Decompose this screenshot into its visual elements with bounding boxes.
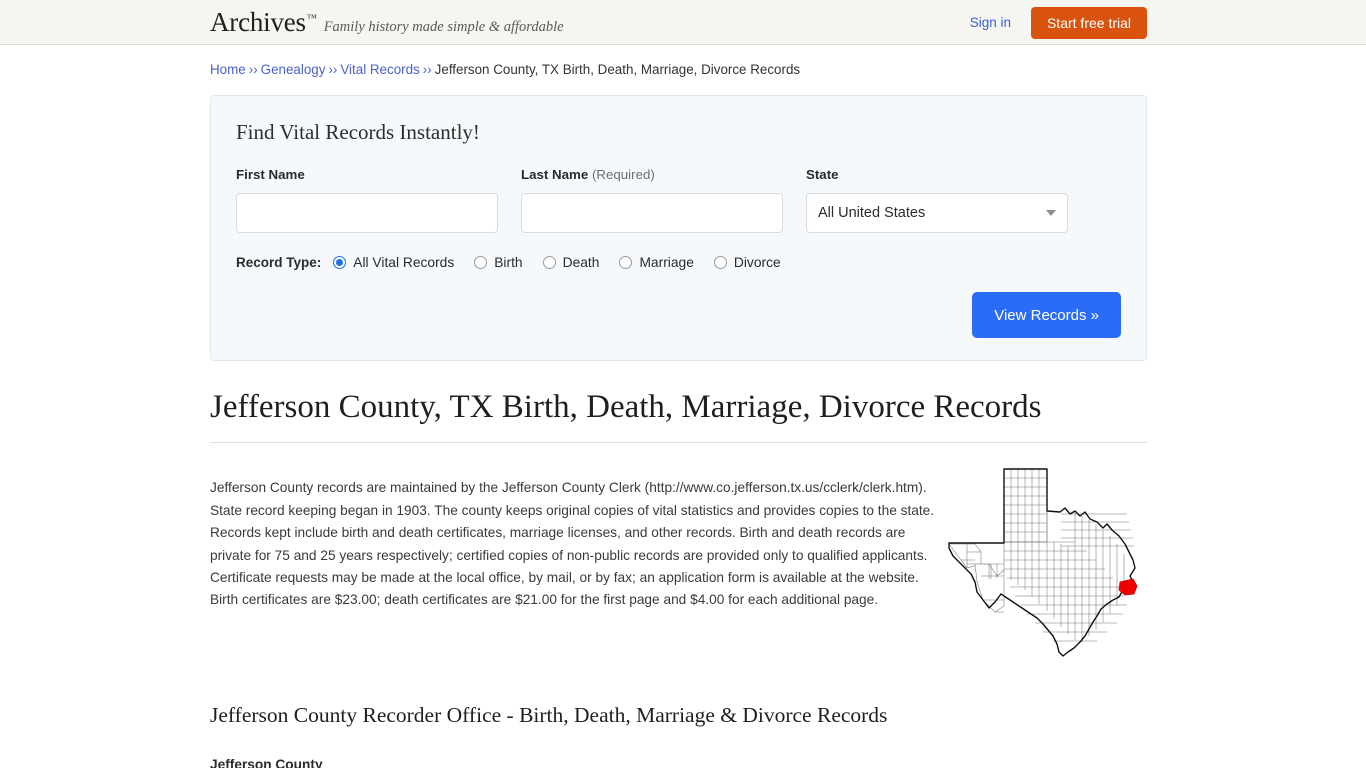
breadcrumb-item-home[interactable]: Home [210, 62, 246, 77]
submit-row: View Records » [236, 292, 1121, 338]
recorder-office-heading: Jefferson County Recorder Office - Birth… [210, 703, 1147, 728]
state-select-value: All United States [818, 205, 925, 221]
record-type-option-divorce[interactable]: Divorce [714, 255, 781, 270]
record-type-option-label: All Vital Records [353, 255, 454, 270]
last-name-input[interactable] [521, 193, 783, 233]
breadcrumb-item-current: Jefferson County, TX Birth, Death, Marri… [435, 62, 800, 77]
recorder-office-address: Jefferson County PO Box 1151 Beaumont, T… [210, 754, 1147, 768]
brand-name: Archives [210, 9, 306, 36]
page-container: Home››Genealogy››Vital Records››Jefferso… [0, 45, 1366, 768]
record-type-row: Record Type: All Vital Records Birth Dea… [236, 255, 1121, 270]
record-type-option-label: Birth [494, 255, 522, 270]
first-name-input[interactable] [236, 193, 498, 233]
breadcrumb-separator: ›› [328, 62, 337, 77]
radio-icon-marriage[interactable] [619, 256, 632, 269]
header-actions: Sign in Start free trial [970, 0, 1147, 45]
record-type-option-label: Marriage [639, 255, 693, 270]
last-name-label-text: Last Name [521, 167, 588, 182]
address-organization: Jefferson County [210, 754, 1147, 768]
last-name-label: Last Name (Required) [521, 167, 783, 182]
radio-icon-all-vital-records[interactable] [333, 256, 346, 269]
radio-icon-death[interactable] [543, 256, 556, 269]
first-name-label: First Name [236, 167, 498, 182]
site-header: Archives™ Family history made simple & a… [0, 0, 1366, 45]
page-title: Jefferson County, TX Birth, Death, Marri… [210, 388, 1147, 428]
content-row: Jefferson County records are maintained … [210, 464, 1147, 664]
trademark-icon: ™ [307, 13, 317, 24]
record-type-option-death[interactable]: Death [543, 255, 600, 270]
last-name-required-note: (Required) [592, 167, 655, 182]
sign-in-link[interactable]: Sign in [970, 15, 1011, 30]
breadcrumb-item-genealogy[interactable]: Genealogy [261, 62, 326, 77]
state-select[interactable]: All United States [806, 193, 1068, 233]
breadcrumb: Home››Genealogy››Vital Records››Jefferso… [210, 45, 1147, 77]
state-select-wrap: All United States [806, 193, 1068, 233]
vital-records-search-panel: Find Vital Records Instantly! First Name… [210, 95, 1147, 361]
breadcrumb-separator: ›› [249, 62, 258, 77]
breadcrumb-separator: ›› [423, 62, 432, 77]
record-type-option-label: Divorce [734, 255, 781, 270]
state-field-group: State All United States [806, 167, 1068, 233]
county-description-paragraph: Jefferson County records are maintained … [210, 477, 936, 650]
brand-logo[interactable]: Archives™ Family history made simple & a… [210, 9, 564, 36]
record-type-option-label: Death [563, 255, 600, 270]
record-type-option-marriage[interactable]: Marriage [619, 255, 693, 270]
view-records-button[interactable]: View Records » [972, 292, 1121, 338]
start-free-trial-button[interactable]: Start free trial [1031, 7, 1147, 39]
last-name-field-group: Last Name (Required) [521, 167, 783, 233]
map-column [947, 464, 1147, 664]
texas-county-map-icon [947, 464, 1147, 664]
title-divider [210, 442, 1147, 443]
first-name-field-group: First Name [236, 167, 498, 233]
search-fields-row: First Name Last Name (Required) State Al… [236, 167, 1121, 233]
radio-icon-birth[interactable] [474, 256, 487, 269]
breadcrumb-item-vital-records[interactable]: Vital Records [340, 62, 419, 77]
search-panel-title: Find Vital Records Instantly! [236, 120, 1121, 145]
record-type-option-birth[interactable]: Birth [474, 255, 522, 270]
record-type-option-all-vital-records[interactable]: All Vital Records [333, 255, 454, 270]
brand-tagline: Family history made simple & affordable [324, 19, 564, 36]
state-label: State [806, 167, 1068, 182]
record-type-label: Record Type: [236, 255, 321, 270]
jefferson-county-highlight [1119, 579, 1137, 595]
radio-icon-divorce[interactable] [714, 256, 727, 269]
